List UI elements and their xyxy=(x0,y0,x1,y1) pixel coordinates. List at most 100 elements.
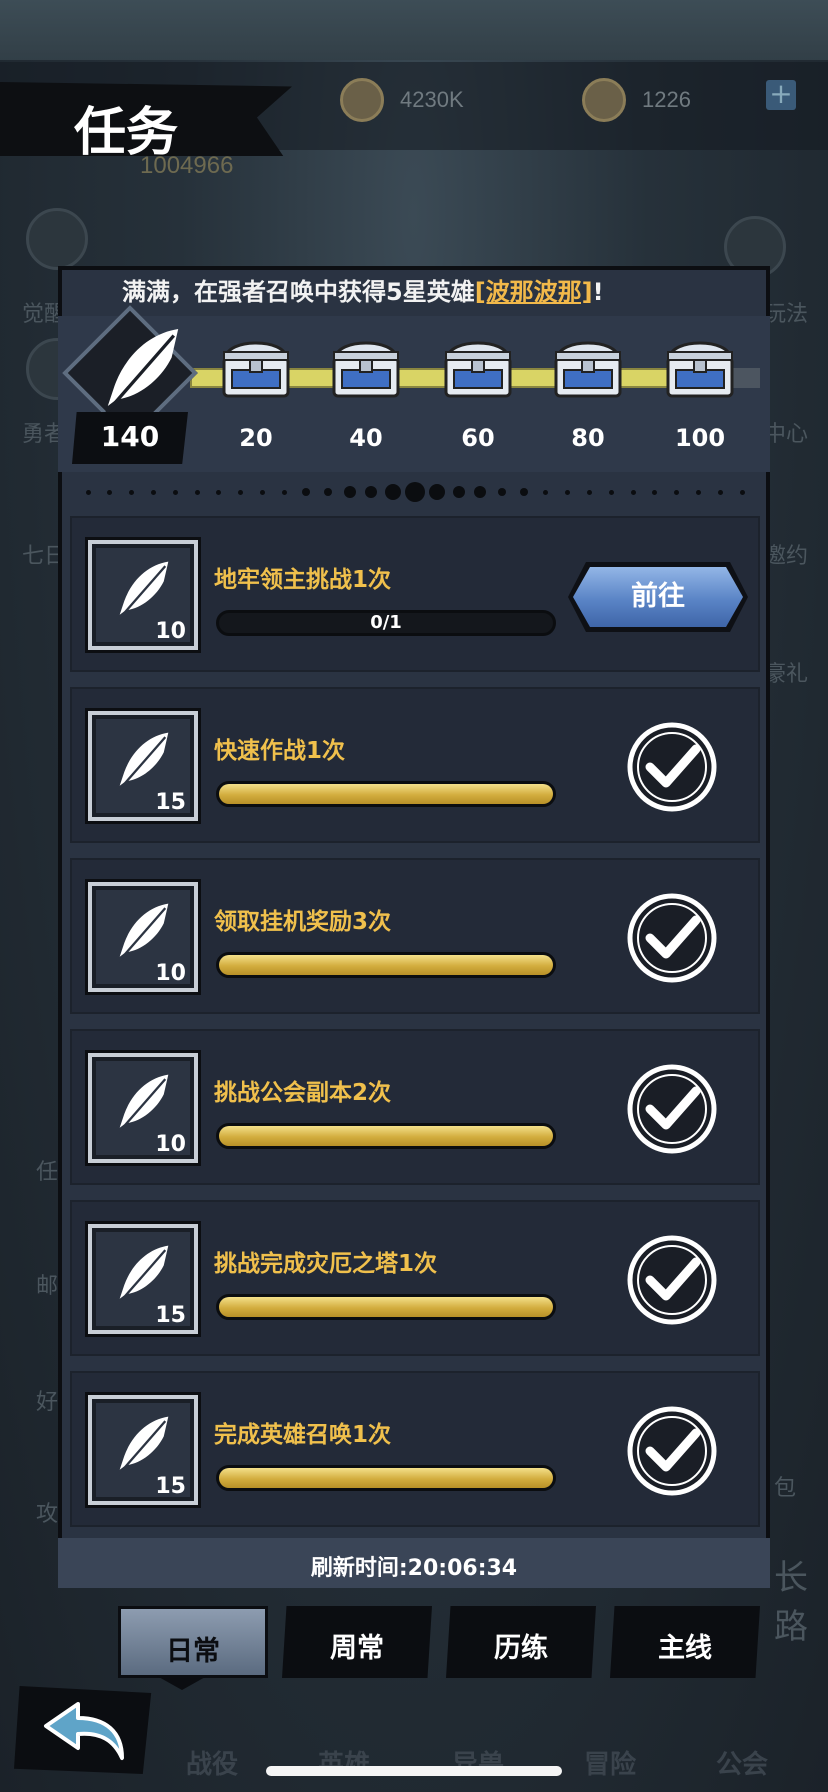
tab-weekly-label: 周常 xyxy=(330,1633,384,1664)
task-reward-icon: 10 xyxy=(88,540,198,650)
side-label-right-5: 长路 xyxy=(774,1558,808,1647)
task-row: 15 完成英雄召唤1次 xyxy=(70,1371,760,1527)
page-dot xyxy=(150,489,156,495)
page-dot xyxy=(586,489,592,495)
page-dot xyxy=(543,489,549,495)
task-progress-bar xyxy=(216,1465,556,1491)
page-dot xyxy=(652,489,658,495)
checkmark-icon xyxy=(626,1405,718,1497)
task-progress-bar: 0/1 xyxy=(216,610,556,636)
nav-guild: 公会 xyxy=(716,1750,769,1780)
task-progress-fill xyxy=(219,1468,553,1488)
feather-icon xyxy=(102,329,179,419)
page-dot xyxy=(85,489,91,495)
milestone-label: 80 xyxy=(571,424,605,452)
return-arrow-icon xyxy=(44,1702,124,1760)
page-dot xyxy=(259,489,265,495)
task-reward-points: 15 xyxy=(155,1474,186,1499)
page-dot xyxy=(717,489,723,495)
task-reward-points: 10 xyxy=(155,1132,186,1157)
milestone-label: 100 xyxy=(674,424,726,452)
page-dot xyxy=(520,488,528,496)
side-label-left-3: 任 xyxy=(36,1160,59,1185)
gold-coin-icon xyxy=(340,78,384,122)
task-name: 挑战完成灾厄之塔1次 xyxy=(214,1251,438,1277)
checkmark-icon xyxy=(626,1234,718,1326)
task-progress-fill xyxy=(219,955,553,975)
page-dot xyxy=(343,486,356,498)
tab-weekly[interactable]: 周常 xyxy=(282,1606,432,1678)
task-name: 完成英雄召唤1次 xyxy=(214,1422,392,1448)
page-dot xyxy=(107,489,113,495)
task-name: 挑战公会副本2次 xyxy=(214,1080,392,1106)
task-progress-fill xyxy=(219,784,553,804)
task-reward-icon: 15 xyxy=(88,711,198,821)
ticker-hero-name[interactable]: [波那波那] xyxy=(475,278,593,306)
side-label-left-5: 好 xyxy=(36,1390,59,1415)
nav-campaign: 战役 xyxy=(186,1750,239,1780)
task-name: 地牢领主挑战1次 xyxy=(214,567,392,593)
milestone-label: 40 xyxy=(349,424,383,452)
page-dot xyxy=(608,489,614,495)
task-progress-text: 0/1 xyxy=(370,612,402,633)
checkmark-icon xyxy=(626,1063,718,1155)
page-dot xyxy=(365,486,378,498)
gem-amount: 1226 xyxy=(642,87,691,112)
task-row: 15 快速作战1次 xyxy=(70,687,760,843)
page-dot xyxy=(474,486,487,498)
milestone-label: 20 xyxy=(239,424,273,452)
gold-resource: 4230K xyxy=(340,78,464,122)
reward-chest-icon[interactable] xyxy=(326,328,406,404)
page-dot xyxy=(498,488,507,496)
back-button[interactable] xyxy=(14,1686,152,1774)
go-button-label: 前往 xyxy=(631,581,685,612)
page-dot xyxy=(630,489,636,495)
page-dot xyxy=(323,488,332,496)
side-label-left-6: 攻 xyxy=(36,1502,59,1527)
checkmark-icon xyxy=(626,721,718,813)
gold-amount: 4230K xyxy=(400,87,464,112)
page-dot xyxy=(172,489,178,495)
tab-main[interactable]: 主线 xyxy=(610,1606,760,1678)
task-progress-bar xyxy=(216,952,556,978)
page-dot xyxy=(129,489,135,495)
milestone-label: 60 xyxy=(461,424,495,452)
page-dot xyxy=(302,488,310,496)
reward-chest-icon[interactable] xyxy=(438,328,518,404)
tab-training[interactable]: 历练 xyxy=(446,1606,596,1678)
task-progress-bar xyxy=(216,1123,556,1149)
page-dot xyxy=(238,489,244,495)
page-dot xyxy=(452,486,465,498)
side-label-right-0: 玩法 xyxy=(764,302,809,327)
task-tabs: 日常 周常 历练 主线 xyxy=(116,1606,770,1680)
reward-chest-icon[interactable] xyxy=(660,328,740,404)
page-dot xyxy=(194,489,200,495)
refresh-time: 刷新时间:20:06:34 xyxy=(310,1556,518,1581)
background-scene xyxy=(0,0,828,60)
nav-adventure: 冒险 xyxy=(584,1750,637,1780)
task-reward-points: 10 xyxy=(155,961,186,986)
side-label-right-3: 豪礼 xyxy=(764,662,809,687)
task-progress-fill xyxy=(219,1126,553,1146)
page-dot xyxy=(216,489,222,495)
home-indicator[interactable] xyxy=(266,1766,562,1776)
plus-icon[interactable]: + xyxy=(766,80,796,110)
checkmark-icon xyxy=(626,892,718,984)
task-row: 15 挑战完成灾厄之塔1次 xyxy=(70,1200,760,1356)
page-dot xyxy=(565,489,571,495)
task-row: 10 挑战公会副本2次 xyxy=(70,1029,760,1185)
page-dots xyxy=(58,482,770,502)
page-dot xyxy=(695,489,701,495)
reward-chest-icon[interactable] xyxy=(216,328,296,404)
side-label-right-4: 包 xyxy=(774,1476,797,1501)
task-reward-icon: 10 xyxy=(88,882,198,992)
side-label-right-2: 邀约 xyxy=(764,544,809,569)
task-row: 10 领取挂机奖励3次 xyxy=(70,858,760,1014)
go-button[interactable]: 前往 xyxy=(568,562,748,632)
reward-chest-icon[interactable] xyxy=(548,328,628,404)
page-dot xyxy=(385,484,402,500)
tab-daily[interactable]: 日常 xyxy=(118,1606,268,1678)
tab-training-label: 历练 xyxy=(494,1633,548,1664)
page-dot xyxy=(674,489,680,495)
task-reward-icon: 15 xyxy=(88,1395,198,1505)
